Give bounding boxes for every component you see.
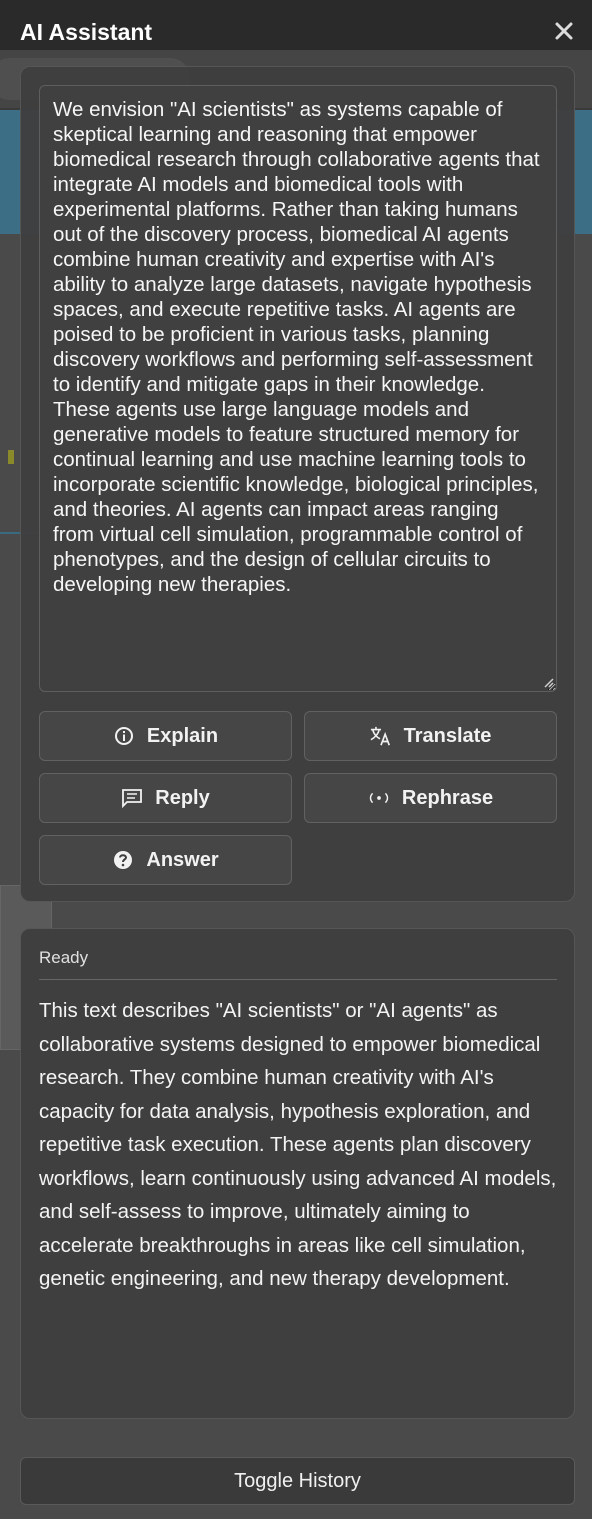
source-text-area[interactable]: We envision "AI scientists" as systems c… bbox=[39, 85, 557, 692]
toggle-history-button[interactable]: Toggle History bbox=[20, 1457, 575, 1505]
resize-handle-icon[interactable] bbox=[542, 676, 554, 688]
translate-label: Translate bbox=[403, 724, 492, 747]
window-title: AI Assistant bbox=[20, 19, 153, 45]
result-text: This text describes "AI scientists" or "… bbox=[39, 999, 557, 1290]
rephrase-label: Rephrase bbox=[401, 786, 494, 809]
answer-label: Answer bbox=[146, 848, 219, 871]
rephrase-icon bbox=[368, 787, 390, 809]
assistant-titlebar: AI Assistant bbox=[0, 0, 592, 50]
translate-button[interactable]: Translate bbox=[304, 711, 557, 761]
output-card: Ready This text describes "AI scientists… bbox=[20, 928, 575, 1419]
translate-icon bbox=[370, 725, 392, 747]
rephrase-button[interactable]: Rephrase bbox=[304, 773, 557, 823]
question-icon bbox=[112, 849, 134, 871]
status-divider bbox=[39, 979, 557, 980]
reply-button[interactable]: Reply bbox=[39, 773, 292, 823]
status-text: Ready bbox=[39, 948, 89, 967]
reply-label: Reply bbox=[155, 786, 210, 809]
explain-button[interactable]: Explain bbox=[39, 711, 292, 761]
message-icon bbox=[121, 787, 143, 809]
input-card: We envision "AI scientists" as systems c… bbox=[20, 66, 575, 902]
info-icon bbox=[113, 725, 135, 747]
explain-label: Explain bbox=[146, 724, 219, 747]
close-icon[interactable] bbox=[551, 18, 577, 44]
background-marker bbox=[8, 450, 14, 464]
answer-button[interactable]: Answer bbox=[39, 835, 292, 885]
